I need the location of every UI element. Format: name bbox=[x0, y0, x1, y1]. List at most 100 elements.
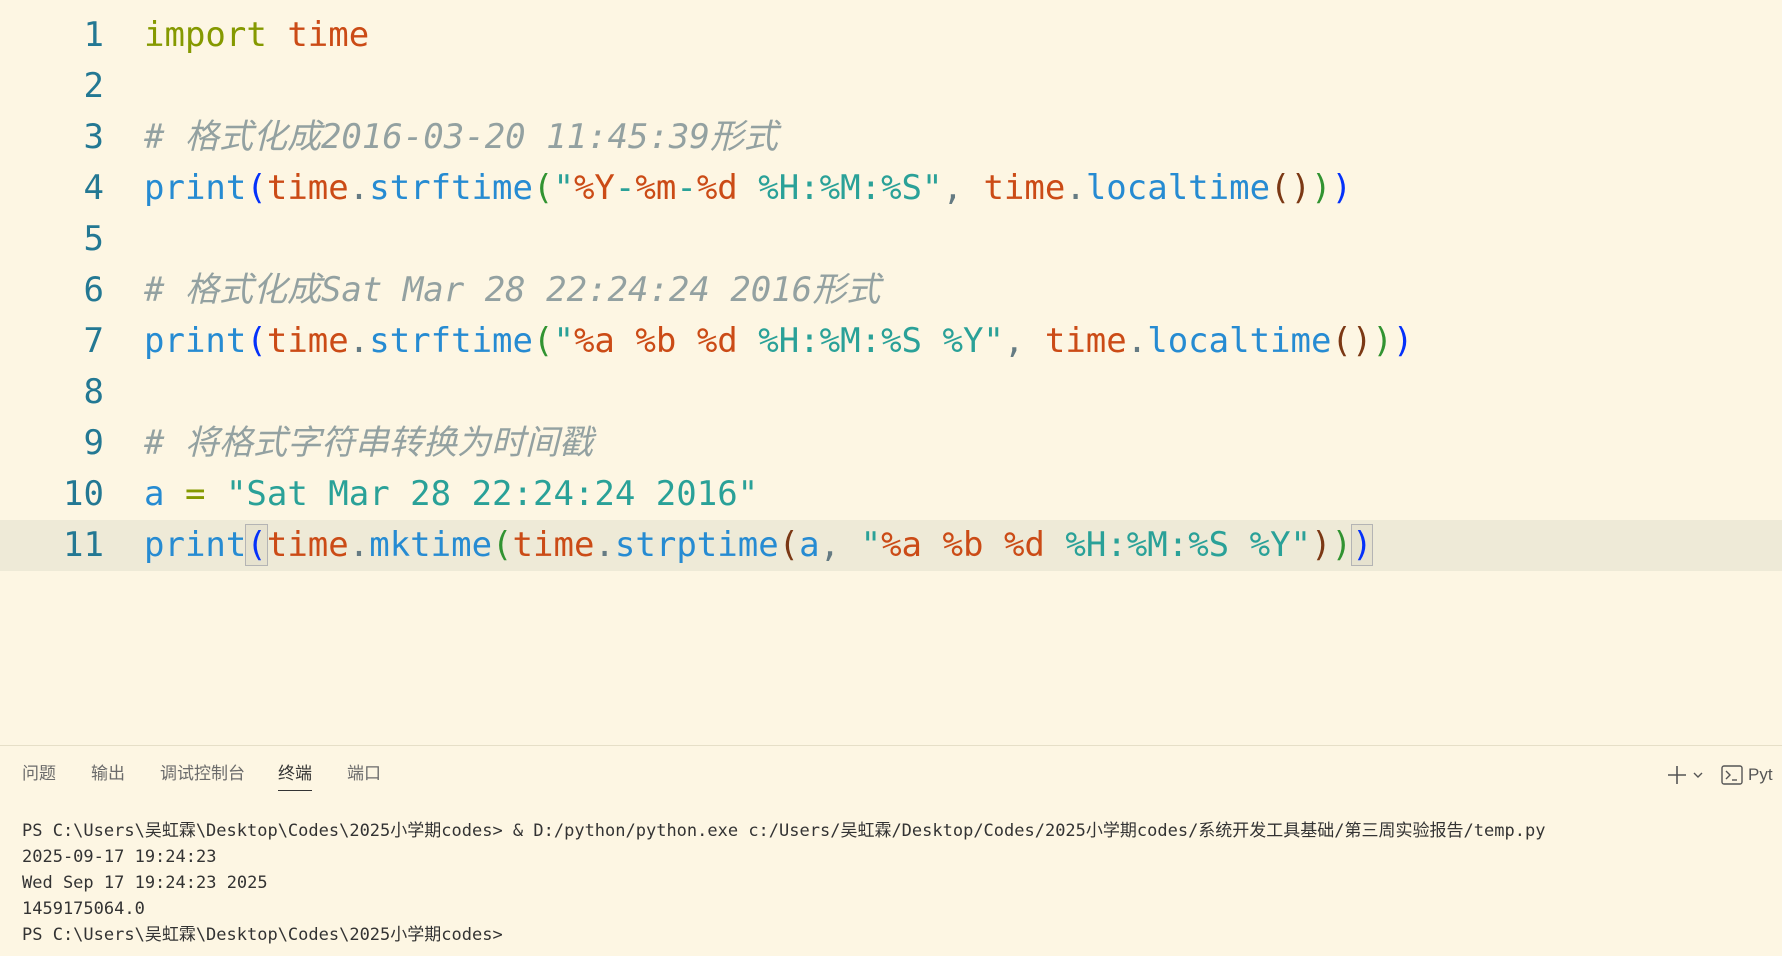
code-token: - bbox=[614, 168, 636, 208]
code-token: strftime bbox=[369, 321, 533, 361]
code-editor[interactable]: 1 import time 2 3 # 格式化成2016-03-20 11:45:39形… bbox=[0, 0, 1782, 745]
line-number: 7 bbox=[83, 321, 104, 361]
line-number: 6 bbox=[83, 270, 104, 310]
code-token: time bbox=[266, 321, 349, 361]
code-token: , bbox=[819, 525, 861, 565]
terminal-line: PS C:\Users\吴虹霖\Desktop\Codes\2025小学期cod… bbox=[22, 821, 1546, 841]
code-token: mktime bbox=[369, 525, 493, 565]
code-token: ( bbox=[778, 525, 800, 565]
plus-icon[interactable] bbox=[1666, 760, 1688, 790]
code-text: a = "Sat Mar 28 22:24:24 2016" bbox=[144, 469, 758, 520]
code-token: # 格式化成Sat Mar 28 22:24:24 2016形式 bbox=[144, 270, 881, 310]
code-token: ( bbox=[246, 321, 267, 361]
line-number: 4 bbox=[83, 168, 104, 208]
code-token: ) bbox=[1372, 321, 1393, 361]
tab-terminal[interactable]: 终端 bbox=[278, 762, 312, 791]
code-token: " bbox=[553, 168, 574, 208]
tab-ports[interactable]: 端口 bbox=[347, 762, 381, 786]
code-text: print(time.strftime("%Y-%m-%d %H:%M:%S",… bbox=[144, 163, 1352, 214]
line-number: 8 bbox=[83, 372, 104, 412]
code-token: # 格式化成2016-03-20 11:45:39形式 bbox=[144, 117, 778, 157]
code-token: ) bbox=[1392, 321, 1414, 361]
code-token: ( bbox=[532, 168, 554, 208]
code-token: a bbox=[799, 525, 820, 565]
code-token: ) bbox=[1311, 525, 1332, 565]
code-token: %H:%M:%S %Y" bbox=[737, 321, 1004, 361]
code-token: time bbox=[287, 15, 370, 55]
code-token: () bbox=[1331, 321, 1373, 361]
code-token: print bbox=[144, 525, 247, 565]
code-token: strptime bbox=[614, 525, 779, 565]
code-token: %H:%M:%S" bbox=[737, 168, 943, 208]
code-line[interactable]: 5 bbox=[0, 214, 1782, 265]
code-line[interactable]: 7 print(time.strftime("%a %b %d %H:%M:%S … bbox=[0, 316, 1782, 367]
code-token: %H:%M:%S %Y" bbox=[1044, 525, 1312, 565]
terminal-line: 1459175064.0 bbox=[22, 899, 145, 919]
code-token: localtime bbox=[1085, 168, 1271, 208]
code-token: %Y bbox=[573, 168, 615, 208]
code-text: import time bbox=[144, 10, 369, 61]
code-token: . bbox=[1126, 321, 1148, 361]
code-line[interactable]: 4 print(time.strftime("%Y-%m-%d %H:%M:%S"… bbox=[0, 163, 1782, 214]
tab-output[interactable]: 输出 bbox=[91, 762, 125, 786]
terminal-line: Wed Sep 17 19:24:23 2025 bbox=[22, 873, 268, 893]
panel-tab-bar: 问题 输出 调试控制台 终端 端口 Pyt bbox=[0, 746, 1782, 794]
tab-problems[interactable]: 问题 bbox=[22, 762, 56, 786]
code-token: . bbox=[348, 321, 370, 361]
code-line[interactable]: 6 # 格式化成Sat Mar 28 22:24:24 2016形式 bbox=[0, 265, 1782, 316]
code-token: %b bbox=[942, 525, 984, 565]
code-token: import bbox=[144, 15, 267, 55]
code-token: () bbox=[1270, 168, 1311, 208]
code-line[interactable]: 8 bbox=[0, 367, 1782, 418]
line-number: 11 bbox=[63, 525, 104, 565]
code-text: # 格式化成2016-03-20 11:45:39形式 bbox=[144, 112, 778, 163]
terminal-line: 2025-09-17 19:24:23 bbox=[22, 847, 217, 867]
code-token: - bbox=[676, 168, 697, 208]
vscode-window: 1 import time 2 3 # 格式化成2016-03-20 11:45:39形… bbox=[0, 0, 1782, 956]
code-token: . bbox=[348, 168, 370, 208]
code-token: ) bbox=[1350, 524, 1374, 566]
code-token: ( bbox=[492, 525, 513, 565]
code-token: "Sat Mar 28 22:24:24 2016" bbox=[225, 474, 759, 514]
code-token: # 将格式字符串转换为时间戳 bbox=[144, 423, 593, 463]
terminal-icon[interactable] bbox=[1720, 760, 1744, 790]
terminal-output[interactable]: PS C:\Users\吴虹霖\Desktop\Codes\2025小学期cod… bbox=[22, 818, 1782, 948]
code-token: time bbox=[1044, 321, 1127, 361]
terminal-label[interactable]: Pyt bbox=[1748, 760, 1773, 790]
code-token: ) bbox=[1331, 168, 1352, 208]
code-token: " bbox=[553, 321, 574, 361]
code-token: ) bbox=[1331, 525, 1352, 565]
code-line[interactable]: 1 import time bbox=[0, 10, 1782, 61]
code-text: print(time.mktime(time.strptime(a, "%a %… bbox=[144, 520, 1374, 571]
code-token: %m bbox=[635, 168, 677, 208]
code-token: . bbox=[1065, 168, 1086, 208]
code-line[interactable]: 2 bbox=[0, 61, 1782, 112]
code-line[interactable]: 9 # 将格式字符串转换为时间戳 bbox=[0, 418, 1782, 469]
code-token: print bbox=[144, 168, 247, 208]
line-number: 3 bbox=[83, 117, 104, 157]
tab-debug-console[interactable]: 调试控制台 bbox=[160, 762, 245, 786]
code-token: a bbox=[144, 474, 165, 514]
chevron-down-icon[interactable] bbox=[1692, 760, 1704, 790]
code-token: localtime bbox=[1147, 321, 1332, 361]
code-line[interactable]: 3 # 格式化成2016-03-20 11:45:39形式 bbox=[0, 112, 1782, 163]
code-token: = bbox=[184, 474, 206, 514]
code-token: time bbox=[266, 168, 349, 208]
code-text: # 将格式字符串转换为时间戳 bbox=[144, 418, 593, 469]
code-line[interactable]: 10 a = "Sat Mar 28 22:24:24 2016" bbox=[0, 469, 1782, 520]
code-token: strftime bbox=[369, 168, 533, 208]
panel-actions: Pyt bbox=[1642, 760, 1782, 790]
code-text: # 格式化成Sat Mar 28 22:24:24 2016形式 bbox=[144, 265, 880, 316]
code-line[interactable]: 11 print(time.mktime(time.strptime(a, "%a… bbox=[0, 520, 1782, 571]
code-token: print bbox=[144, 321, 247, 361]
code-token: , bbox=[942, 168, 984, 208]
code-token: %d bbox=[1003, 525, 1045, 565]
code-token: " bbox=[860, 525, 882, 565]
code-token: ( bbox=[245, 524, 268, 566]
line-number: 1 bbox=[83, 15, 104, 55]
